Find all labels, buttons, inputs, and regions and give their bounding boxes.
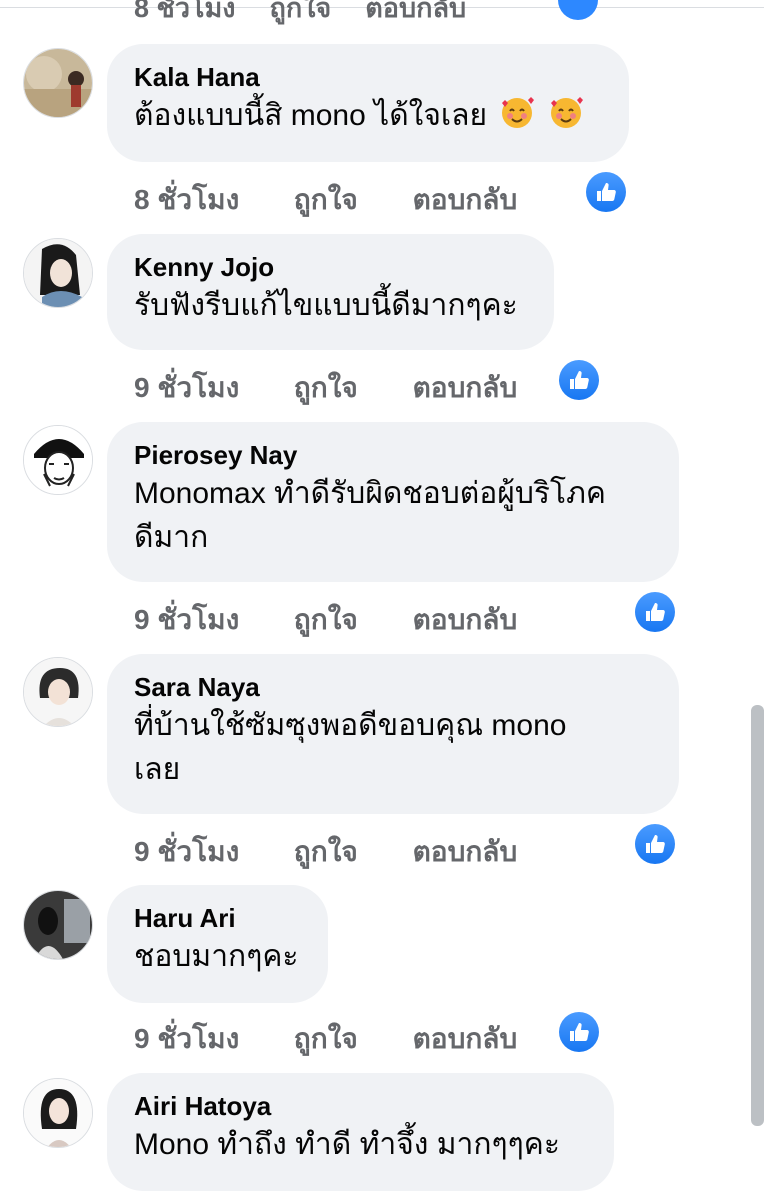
comment-bubble: Kenny Jojo รับฟังรีบแก้ไขแบบนี้ดีมากๆคะ <box>107 234 554 350</box>
comment-timestamp[interactable]: 9 ชั่วโมง <box>134 366 286 410</box>
comment-author[interactable]: Haru Ari <box>134 901 300 935</box>
reply-link[interactable]: ตอบกลับ <box>413 830 518 874</box>
reply-link[interactable]: ตอบกลับ <box>413 178 518 222</box>
comment-text: ที่บ้านใช้ซัมซุงพอดีขอบคุณ mono <box>134 709 567 742</box>
comment-text: ดีมาก <box>134 521 209 554</box>
comment-text: ชอบมากๆคะ <box>134 940 299 973</box>
like-link[interactable]: ถูกใจ <box>294 1017 405 1061</box>
smiling-face-with-hearts-icon <box>550 97 583 128</box>
comment-actions: 9 ชั่วโมง ถูกใจ ตอบกลับ <box>134 598 517 642</box>
comment-actions: 8 ชั่วโมง ถูกใจ ตอบกลับ <box>134 178 517 222</box>
avatar[interactable] <box>23 425 93 495</box>
comment-bubble: Haru Ari ชอบมากๆคะ <box>107 885 328 1003</box>
like-badge-icon[interactable] <box>559 360 599 400</box>
comment-author[interactable]: Kenny Jojo <box>134 250 526 284</box>
like-badge-icon[interactable] <box>635 824 675 864</box>
comment-actions: 9 ชั่วโมง ถูกใจ ตอบกลับ <box>134 366 517 410</box>
like-link[interactable]: ถูกใจ <box>294 178 405 222</box>
avatar[interactable] <box>23 657 93 727</box>
comment-author[interactable]: Sara Naya <box>134 670 651 704</box>
comment-timestamp[interactable]: 9 ชั่วโมง <box>134 830 286 874</box>
reply-link[interactable]: ตอบกลับ <box>413 598 518 642</box>
like-link[interactable]: ถูกใจ <box>294 830 405 874</box>
like-badge-icon[interactable] <box>586 172 626 212</box>
reply-link[interactable]: ตอบกลับ <box>413 1017 518 1061</box>
comment-author[interactable]: Airi Hatoya <box>134 1089 586 1123</box>
comment-text: Mono ทำถึง ทำดี ทำจึ้ง มากๆๆคะ <box>134 1128 560 1161</box>
avatar[interactable] <box>23 890 93 960</box>
like-link[interactable]: ถูกใจ <box>294 598 405 642</box>
comment-actions: 9 ชั่วโมง ถูกใจ ตอบกลับ <box>134 830 517 874</box>
comment-timestamp[interactable]: 9 ชั่วโมง <box>134 1017 286 1061</box>
comment-bubble: Airi Hatoya Mono ทำถึง ทำดี ทำจึ้ง มากๆๆ… <box>107 1073 614 1191</box>
scrollbar[interactable] <box>751 705 764 1126</box>
comment-text: ต้องแบบนี้สิ mono ได้ใจเลย <box>134 99 488 132</box>
previous-comment-actions-partial: 8 ชั่วโมง ถูกใจ ตอบกลับ <box>134 0 467 23</box>
comment-author[interactable]: Kala Hana <box>134 60 601 94</box>
comment-text: เลย <box>134 753 181 786</box>
comment-bubble: Pierosey Nay Monomax ทำดีรับผิดชอบต่อผู้… <box>107 422 679 582</box>
like-badge-icon[interactable] <box>559 1012 599 1052</box>
reply-link[interactable]: ตอบกลับ <box>413 366 518 410</box>
like-badge-icon[interactable] <box>558 0 598 20</box>
avatar[interactable] <box>23 48 93 118</box>
like-badge-icon[interactable] <box>635 592 675 632</box>
avatar[interactable] <box>23 1078 93 1148</box>
comment-text: รับฟังรีบแก้ไขแบบนี้ดีมากๆคะ <box>134 289 518 322</box>
comment-actions: 9 ชั่วโมง ถูกใจ ตอบกลับ <box>134 1017 517 1061</box>
comment-timestamp[interactable]: 8 ชั่วโมง <box>134 178 286 222</box>
comment-timestamp[interactable]: 9 ชั่วโมง <box>134 598 286 642</box>
avatar[interactable] <box>23 238 93 308</box>
comment-bubble: Kala Hana ต้องแบบนี้สิ mono ได้ใจเลย <box>107 44 629 162</box>
comment-author[interactable]: Pierosey Nay <box>134 438 651 472</box>
comment-text: Monomax ทำดีรับผิดชอบต่อผู้บริโภค <box>134 477 606 510</box>
like-link[interactable]: ถูกใจ <box>294 366 405 410</box>
smiling-face-with-hearts-icon <box>502 97 535 128</box>
comment-bubble: Sara Naya ที่บ้านใช้ซัมซุงพอดีขอบคุณ mon… <box>107 654 679 814</box>
